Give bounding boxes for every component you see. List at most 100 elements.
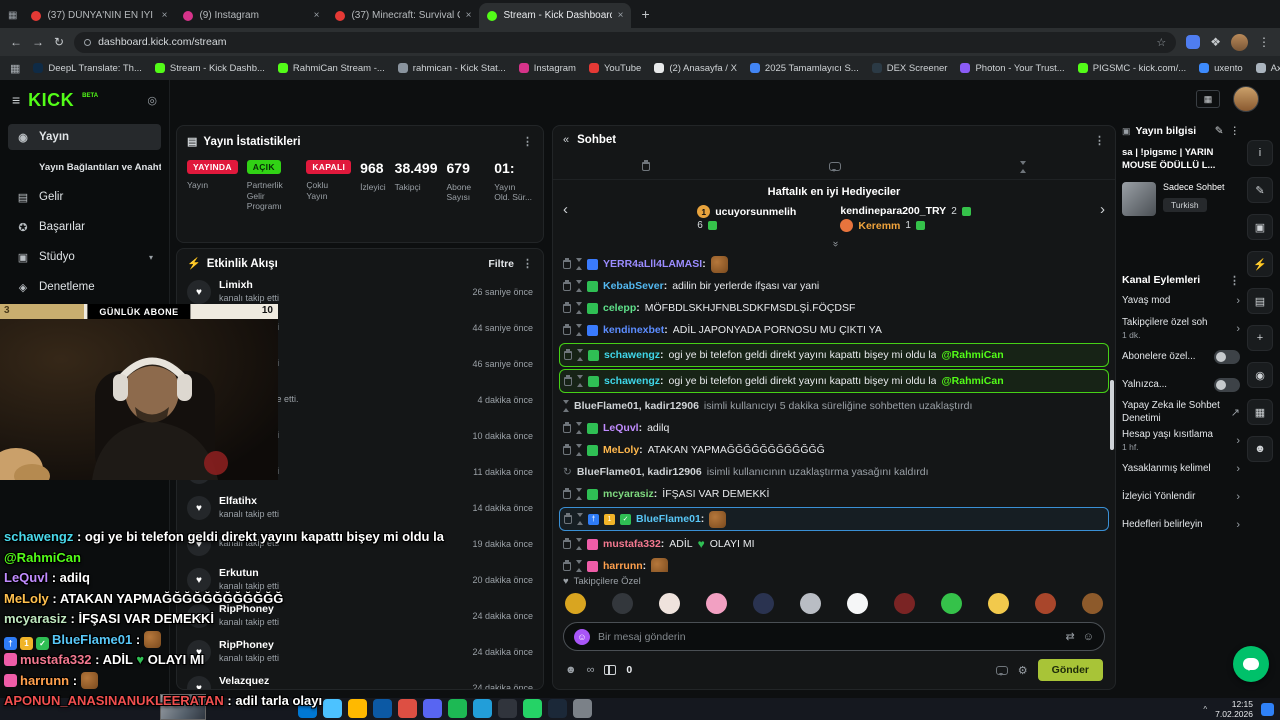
activity-menu-icon[interactable]: ⋮ [522, 257, 533, 270]
emote-shortcut[interactable] [800, 593, 821, 614]
action-emotes-only[interactable]: Yalnızca... [1122, 371, 1240, 399]
action-slow-mode[interactable]: Yavaş mod › [1122, 287, 1240, 315]
bookmark-item[interactable]: Axiom [1255, 63, 1280, 74]
gifter-name[interactable]: Keremm [858, 220, 900, 232]
stream-tools-icon[interactable]: ▦ [1196, 90, 1220, 108]
green-heart-emote[interactable]: ♥ [698, 537, 705, 551]
delete-message-icon[interactable] [563, 559, 571, 571]
chat-menu-icon[interactable]: ⋮ [1094, 134, 1105, 147]
gift-sub-icon[interactable] [604, 665, 617, 675]
chat-username[interactable]: mcyarasiz [603, 488, 657, 500]
gifter-entry[interactable]: 1 ucuyorsunmelih 6 [697, 203, 796, 234]
taskbar-icon-settings[interactable] [573, 699, 592, 718]
activity-filter-button[interactable]: Filtre ⋮ [488, 257, 533, 271]
broadcast-icon[interactable]: ◉ [1247, 362, 1273, 388]
delete-message-icon[interactable] [563, 487, 571, 499]
translate-icon[interactable]: ⇄ [1066, 630, 1075, 643]
browser-tab-active[interactable]: Stream - Kick Dashboard × [479, 3, 632, 28]
chat-settings-icon[interactable]: + [1247, 325, 1273, 351]
bookmark-item[interactable]: DeepL Translate: Th... [33, 63, 142, 74]
action-subscribers-only[interactable]: Abonelere özel... [1122, 343, 1240, 371]
chat-input[interactable] [598, 630, 1058, 643]
panels-icon[interactable]: ▤ [1247, 288, 1273, 314]
browser-tab[interactable]: (37) Minecraft: Survival Games × [327, 3, 479, 28]
forward-icon[interactable]: → [32, 35, 44, 49]
tab-search-icon[interactable]: ▦ [8, 10, 17, 21]
tab-close-icon[interactable]: × [466, 10, 472, 21]
tab-close-icon[interactable]: × [162, 10, 168, 21]
new-tab-button[interactable]: + [641, 6, 649, 22]
edit-icon[interactable]: ✎ [1247, 177, 1273, 203]
infinity-icon[interactable]: ∞ [587, 664, 595, 676]
timeout-user-icon[interactable] [576, 280, 582, 292]
chat-username[interactable]: schawengz [604, 375, 664, 387]
chat-username[interactable]: MeLoly [603, 444, 643, 456]
bookmark-item[interactable]: Photon - Your Trust... [960, 63, 1065, 74]
identity-emoji-icon[interactable]: ☺ [574, 628, 590, 645]
bookmark-item[interactable]: rahmican - Kick Stat... [397, 63, 506, 74]
emote-shortcut[interactable] [894, 593, 915, 614]
emote-shortcut[interactable] [659, 593, 680, 614]
chat-scrollbar-thumb[interactable] [1110, 380, 1114, 450]
emote-shortcut[interactable] [1082, 593, 1103, 614]
emote-shortcut[interactable] [941, 593, 962, 614]
tray-expand-icon[interactable]: ^ [1203, 705, 1207, 714]
address-bar[interactable]: dashboard.kick.com/stream ☆ [74, 31, 1177, 53]
shared-chat-icon[interactable]: ☻ [565, 664, 577, 676]
gifter-name[interactable]: kendinepara200_TRY [840, 205, 946, 217]
chat-username[interactable]: kendinexbet [603, 324, 668, 336]
bookmark-item[interactable]: DEX Screener [871, 63, 947, 74]
timeout-user-icon[interactable] [577, 349, 583, 361]
sidebar-item-studio[interactable]: ▣ Stüdyo ▾ [8, 244, 161, 270]
chat-emote-image[interactable] [709, 510, 727, 528]
bookmark-item[interactable]: uxento [1199, 63, 1243, 74]
timeout-user-icon[interactable] [576, 444, 582, 456]
emote-shortcut[interactable] [706, 593, 727, 614]
bookmark-item[interactable]: PIGSMC - kick.com/... [1077, 63, 1186, 74]
chat-username[interactable]: harrunn [603, 560, 646, 572]
delete-message-icon[interactable] [564, 512, 572, 524]
user-avatar[interactable] [1233, 86, 1259, 112]
timeout-user-icon[interactable] [576, 324, 582, 336]
browser-profile-avatar[interactable] [1231, 33, 1248, 51]
tab-close-icon[interactable]: × [618, 10, 624, 21]
reload-icon[interactable]: ↻ [54, 35, 64, 49]
bookmark-item[interactable]: (2) Anasayfa / X [654, 63, 737, 74]
timeout-user-icon[interactable] [576, 488, 582, 500]
emote-shortcut[interactable] [612, 593, 633, 614]
category-thumbnail[interactable] [1122, 181, 1156, 216]
gifters-collapse-icon[interactable]: » [553, 238, 1115, 250]
delete-message-icon[interactable] [563, 421, 571, 433]
tab-close-icon[interactable]: × [314, 10, 320, 21]
chat-mode-icon[interactable] [828, 162, 841, 172]
action-account-age[interactable]: Hesap yaşı kısıtlama 1 hf. › [1122, 427, 1240, 455]
action-raid-viewers[interactable]: İzleyici Yönlendir › [1122, 483, 1240, 511]
action-ai-moderation[interactable]: Yapay Zeka ile Sohbet Denetimi ↗ [1122, 399, 1240, 427]
delete-message-icon[interactable] [563, 323, 571, 335]
delete-message-icon[interactable] [564, 348, 572, 360]
chat-username[interactable]: LeQuvl [603, 422, 642, 434]
chat-identity-icon[interactable] [995, 665, 1008, 676]
chat-username[interactable]: schawengz [604, 349, 664, 361]
chat-username[interactable]: celepp [603, 302, 640, 314]
stats-menu-icon[interactable]: ⋮ [522, 135, 533, 148]
pin-sidebar-icon[interactable]: ◎ [147, 94, 157, 107]
bookmark-item[interactable]: YouTube [588, 63, 641, 74]
quick-actions-icon[interactable]: ⚡ [1247, 251, 1273, 277]
chat-username[interactable]: BlueFlame01 [636, 513, 704, 525]
browser-tab[interactable]: (9) Instagram × [175, 3, 327, 28]
bookmark-item[interactable]: 2025 Tamamlayıcı S... [749, 63, 859, 74]
notification-center-icon[interactable] [1261, 702, 1274, 716]
gifter-entry[interactable]: kendinepara200_TRY 2 Keremm 1 [840, 203, 971, 234]
edit-stream-info-icon[interactable]: ✎ [1215, 125, 1224, 137]
chat-username[interactable]: YERR4aLll4LAMASI [603, 258, 706, 270]
sidebar-item-stream-keys[interactable]: Yayın Bağlantıları ve Anahtarı [8, 154, 161, 180]
timeout-user-icon[interactable] [577, 375, 583, 387]
browser-menu-icon[interactable]: ⋮ [1258, 35, 1270, 49]
activity-item[interactable]: ♥ Elfatihx kanalı takip etti 14 dakika önce [187, 490, 533, 526]
timeout-user-icon[interactable] [576, 258, 582, 270]
delete-message-icon[interactable] [563, 301, 571, 313]
sidebar-menu-icon[interactable]: ≡ [12, 92, 20, 108]
apps-grid-icon[interactable]: ▦ [10, 62, 20, 75]
emote-shortcut[interactable] [847, 593, 868, 614]
